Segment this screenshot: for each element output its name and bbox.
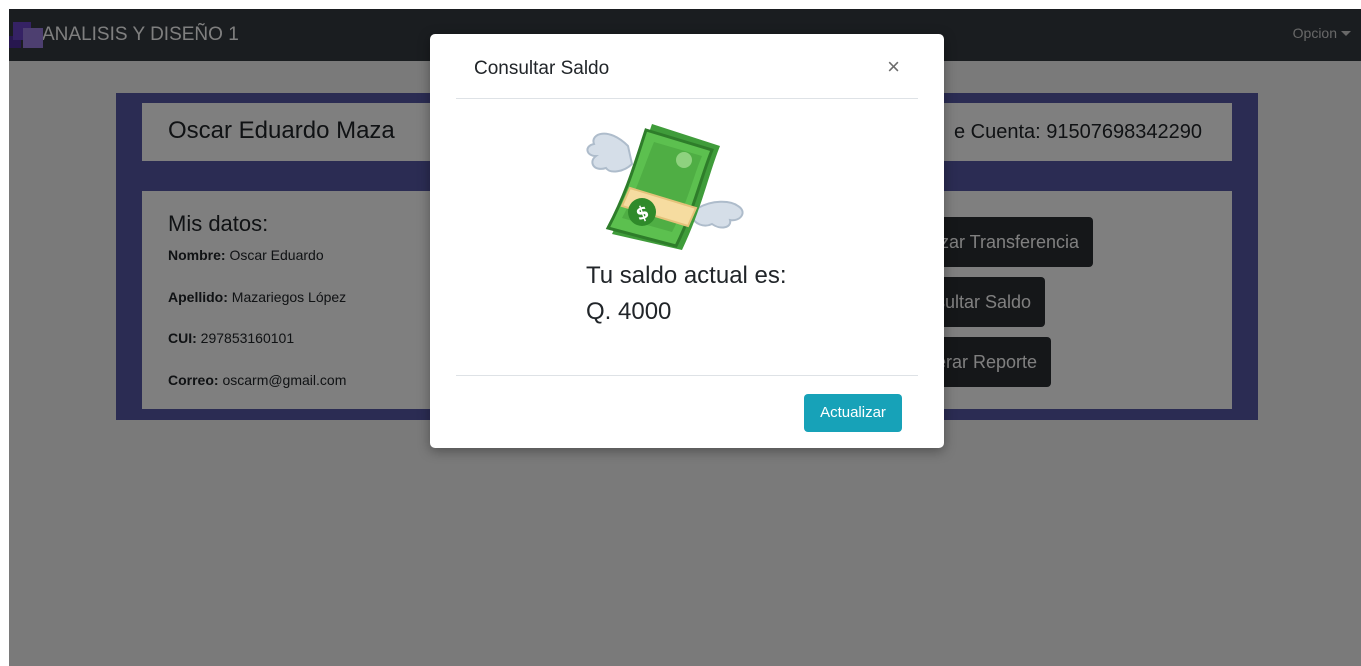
- modal-header-divider: [456, 98, 918, 99]
- modal-footer-divider: [456, 375, 918, 376]
- balance-modal: Consultar Saldo × $ Tu saldo actual es: …: [430, 34, 944, 448]
- browser-viewport: ANALISIS Y DISEÑO 1 Opcion Oscar Eduardo…: [9, 9, 1361, 666]
- balance-label: Tu saldo actual es:: [586, 262, 787, 289]
- modal-title: Consultar Saldo: [474, 58, 610, 79]
- close-icon[interactable]: ×: [887, 54, 900, 80]
- balance-value: Q. 4000: [586, 298, 672, 325]
- update-button[interactable]: Actualizar: [804, 394, 902, 432]
- money-with-wings-icon: $: [586, 124, 744, 250]
